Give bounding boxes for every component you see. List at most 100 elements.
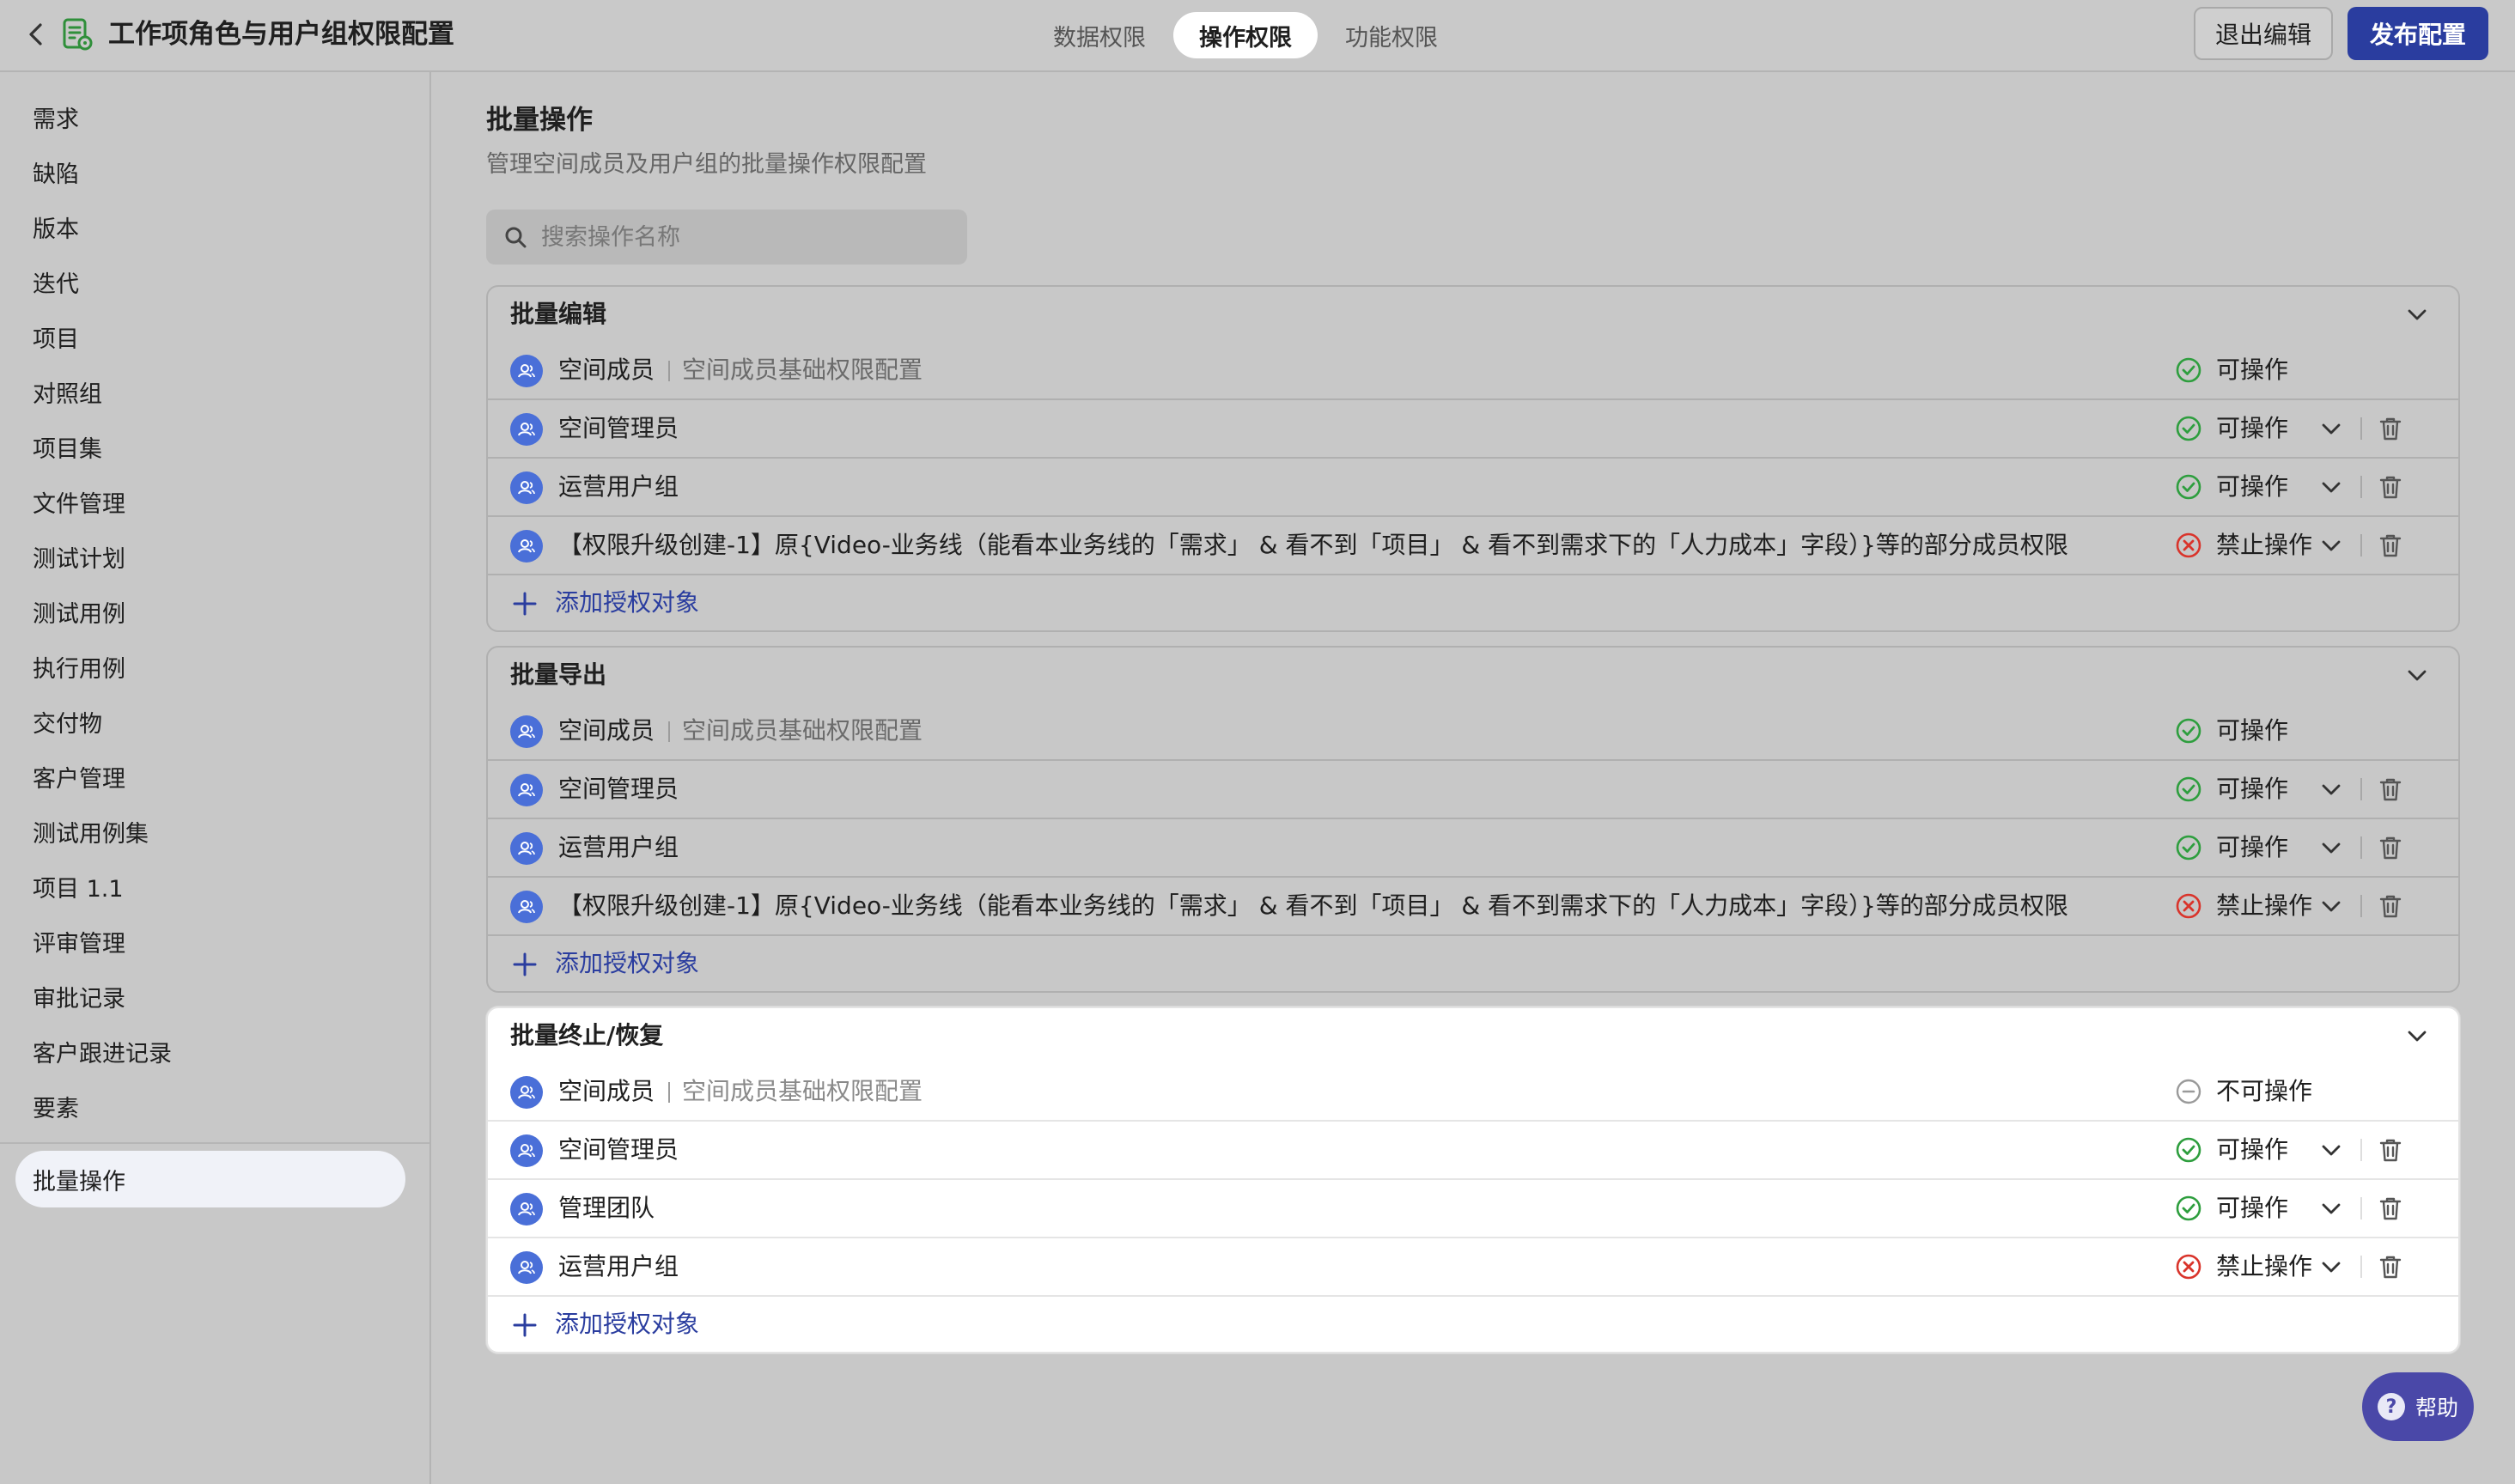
publish-config-button[interactable]: 发布配置: [2348, 7, 2488, 60]
dropdown-chevron-icon[interactable]: [2319, 1255, 2343, 1279]
help-button[interactable]: ? 帮助: [2362, 1372, 2474, 1441]
user-group-avatar: [510, 413, 543, 446]
trash-icon[interactable]: [2376, 414, 2405, 443]
tab-function-permission[interactable]: 功能权限: [1330, 12, 1453, 58]
dropdown-chevron-icon[interactable]: [2319, 1138, 2343, 1162]
sidebar-item-project[interactable]: 项目: [33, 323, 79, 357]
status-label: 可操作: [2216, 472, 2289, 501]
sidebar-item-project-1-1[interactable]: 项目 1.1: [33, 873, 124, 907]
permission-status[interactable]: 可操作: [2175, 830, 2288, 865]
chevron-left-icon: [29, 23, 42, 46]
dropdown-chevron-icon[interactable]: [2319, 417, 2343, 441]
user-group-avatar: [510, 471, 543, 504]
user-group-avatar: [510, 355, 543, 387]
x-circle-icon: [2176, 893, 2201, 919]
sidebar-item-batch-operation[interactable]: 批量操作: [15, 1151, 405, 1207]
sidebar-item-customer-followup[interactable]: 客户跟进记录: [33, 1037, 172, 1072]
user-group-icon: [518, 481, 535, 495]
trash-icon[interactable]: [2376, 833, 2405, 862]
sidebar-item-requirement[interactable]: 需求: [33, 103, 79, 137]
sidebar-item-control-group[interactable]: 对照组: [33, 378, 102, 412]
divider: [2360, 1139, 2362, 1161]
search-box[interactable]: [486, 210, 967, 265]
add-grantee-button[interactable]: 添加授权对象: [488, 1297, 2458, 1352]
trash-icon[interactable]: [2376, 472, 2405, 502]
sidebar-item-test-case[interactable]: 测试用例: [33, 598, 125, 632]
chevron-down-icon[interactable]: [2405, 1024, 2429, 1048]
permission-section-card: 批量导出 空间成员 空间成员基础权限配置 可操作 空间管理员 可操作 运营用户组 可操作 【权限…: [486, 646, 2460, 993]
add-grantee-button[interactable]: 添加授权对象: [488, 575, 2458, 630]
dropdown-chevron-icon[interactable]: [2319, 836, 2343, 860]
divider: [2360, 1256, 2362, 1278]
trash-icon[interactable]: [2376, 531, 2405, 560]
x-circle-icon: [2176, 1254, 2201, 1280]
plus-icon: [513, 592, 537, 616]
tab-data-permission[interactable]: 数据权限: [1038, 12, 1161, 58]
sidebar-item-iteration[interactable]: 迭代: [33, 268, 79, 302]
user-group-icon: [518, 783, 535, 797]
grantee-name: 运营用户组: [558, 472, 679, 501]
divider: [2360, 836, 2362, 859]
sidebar-item-file-management[interactable]: 文件管理: [33, 488, 125, 522]
dropdown-chevron-icon[interactable]: [2319, 533, 2343, 557]
dropdown-chevron-icon[interactable]: [2319, 475, 2343, 499]
dropdown-chevron-icon[interactable]: [2319, 894, 2343, 918]
sidebar-item-test-plan[interactable]: 测试计划: [33, 543, 125, 577]
check-circle-icon: [2176, 474, 2201, 500]
trash-icon[interactable]: [2376, 1135, 2405, 1165]
sidebar-item-approval-record[interactable]: 审批记录: [33, 982, 125, 1017]
sidebar-item-execution-case[interactable]: 执行用例: [33, 653, 125, 687]
row-name-cell: 空间成员 空间成员基础权限配置: [558, 1074, 923, 1109]
section-title: 批量编辑: [510, 300, 607, 328]
sidebar-item-test-case-set[interactable]: 测试用例集: [33, 818, 149, 852]
tab-operation-permission[interactable]: 操作权限: [1173, 12, 1318, 58]
sidebar-item-element[interactable]: 要素: [33, 1092, 79, 1127]
section-subtitle: 管理空间成员及用户组的批量操作权限配置: [486, 151, 927, 178]
sidebar-item-review-management[interactable]: 评审管理: [33, 928, 125, 962]
check-circle-icon: [2176, 718, 2201, 744]
grantee-name: 空间成员: [558, 716, 655, 745]
section-header[interactable]: 批量编辑: [488, 287, 2458, 342]
sidebar-item-version[interactable]: 版本: [33, 213, 79, 247]
sidebar-item-defect[interactable]: 缺陷: [33, 158, 79, 192]
permission-row: 空间管理员 可操作: [488, 400, 2458, 459]
user-group-avatar: [510, 832, 543, 865]
trash-icon[interactable]: [2376, 1194, 2405, 1223]
permission-status[interactable]: 禁止操作: [2175, 1250, 2312, 1284]
permission-row: 运营用户组 禁止操作: [488, 1238, 2458, 1297]
section-header[interactable]: 批量终止/恢复: [488, 1008, 2458, 1063]
permission-status[interactable]: 可操作: [2175, 772, 2288, 806]
section-title: 批量操作: [486, 105, 593, 136]
user-group-icon: [518, 725, 535, 739]
section-header[interactable]: 批量导出: [488, 648, 2458, 702]
sidebar-item-project-set[interactable]: 项目集: [33, 433, 102, 467]
permission-status[interactable]: 禁止操作: [2175, 528, 2312, 563]
trash-icon[interactable]: [2376, 1252, 2405, 1281]
chevron-down-icon[interactable]: [2405, 663, 2429, 687]
sidebar-item-deliverable[interactable]: 交付物: [33, 708, 102, 742]
user-group-avatar: [510, 1134, 543, 1167]
permission-status[interactable]: 可操作: [2175, 1133, 2288, 1167]
user-group-icon: [518, 1144, 535, 1158]
dropdown-chevron-icon[interactable]: [2319, 1196, 2343, 1220]
back-button[interactable]: [19, 17, 53, 52]
permission-status[interactable]: 可操作: [2175, 411, 2288, 446]
trash-icon[interactable]: [2376, 891, 2405, 921]
chevron-down-icon[interactable]: [2405, 302, 2429, 326]
permission-status[interactable]: 禁止操作: [2175, 889, 2312, 923]
user-group-avatar: [510, 715, 543, 748]
grantee-name: 运营用户组: [558, 833, 679, 861]
permission-status[interactable]: 可操作: [2175, 1191, 2288, 1226]
sidebar-item-customer-management[interactable]: 客户管理: [33, 763, 125, 797]
divider: [668, 721, 671, 742]
exit-edit-button[interactable]: 退出编辑: [2194, 7, 2333, 60]
trash-icon[interactable]: [2376, 775, 2405, 804]
user-group-avatar: [510, 530, 543, 563]
user-group-avatar: [510, 1193, 543, 1226]
divider: [2360, 476, 2362, 498]
add-grantee-button[interactable]: 添加授权对象: [488, 936, 2458, 991]
search-input[interactable]: [539, 222, 955, 252]
permission-status[interactable]: 可操作: [2175, 470, 2288, 504]
divider: [668, 361, 671, 381]
dropdown-chevron-icon[interactable]: [2319, 777, 2343, 801]
